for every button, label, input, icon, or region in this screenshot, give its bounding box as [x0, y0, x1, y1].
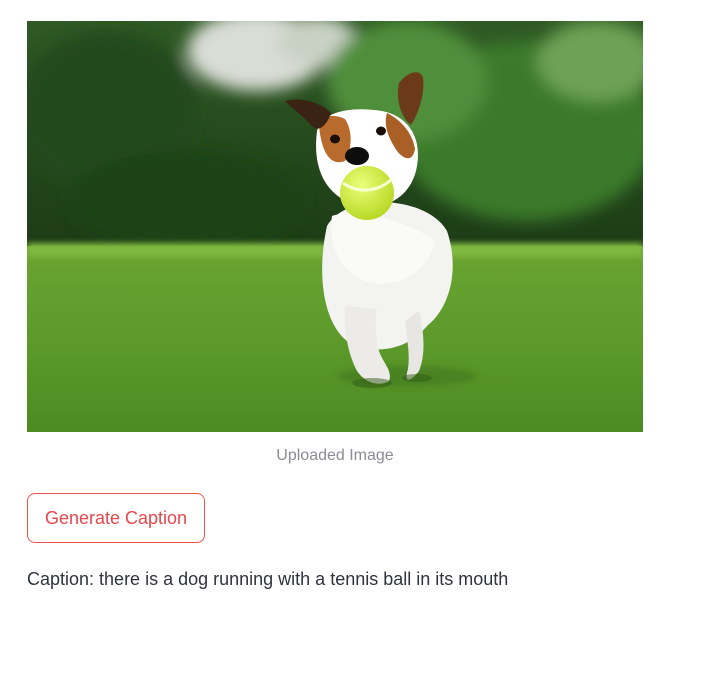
image-caption: Uploaded Image — [276, 447, 394, 464]
uploaded-image — [27, 21, 643, 432]
generated-caption-text: Caption: there is a dog running with a t… — [27, 569, 509, 589]
generate-caption-button[interactable]: Generate Caption — [27, 493, 205, 543]
